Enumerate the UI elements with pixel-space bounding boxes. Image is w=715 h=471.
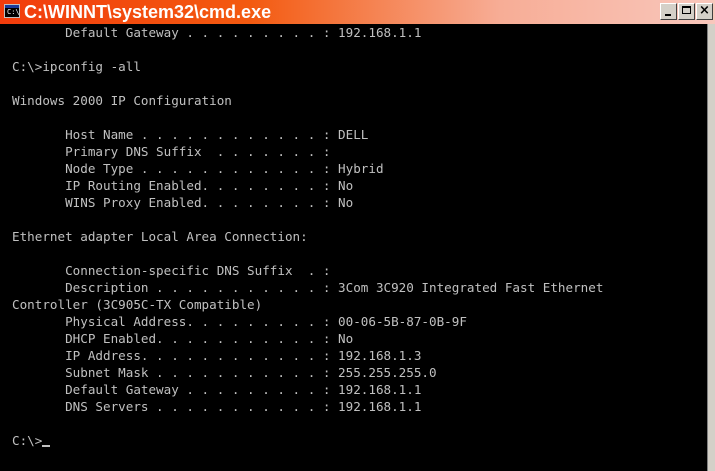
window-title: C:\WINNT\system32\cmd.exe [24,2,272,22]
console-line: Node Type . . . . . . . . . . . . : Hybr… [12,161,384,176]
maximize-button[interactable] [678,3,695,20]
console-icon-glyph: C:\ [7,8,20,16]
minimize-button[interactable] [660,3,677,20]
prompt-text: C:\> [12,433,43,448]
prompt-line[interactable]: C:\> [12,432,51,449]
console-line: Primary DNS Suffix . . . . . . . : [12,144,331,159]
console-line: Windows 2000 IP Configuration [12,93,232,108]
close-icon: × [699,3,710,18]
console-output[interactable]: Default Gateway . . . . . . . . . : 192.… [0,24,707,471]
console-line: DNS Servers . . . . . . . . . . . : 192.… [12,399,422,414]
console-line: Physical Address. . . . . . . . . : 00-0… [12,314,467,329]
console-line: DHCP Enabled. . . . . . . . . . . : No [12,331,354,346]
console-line: IP Address. . . . . . . . . . . . : 192.… [12,348,422,363]
console-line: Default Gateway . . . . . . . . . : 192.… [12,382,422,397]
console-line: Default Gateway . . . . . . . . . : 192.… [12,25,422,40]
console-line: Controller (3C905C-TX Compatible) [12,297,263,312]
console-line: Subnet Mask . . . . . . . . . . . : 255.… [12,365,437,380]
console-line: Host Name . . . . . . . . . . . . : DELL [12,127,369,142]
console-line: C:\>ipconfig -all [12,59,141,74]
console-line: Description . . . . . . . . . . . : 3Com… [12,280,604,295]
console-line: Ethernet adapter Local Area Connection: [12,229,308,244]
console-line: WINS Proxy Enabled. . . . . . . . : No [12,195,354,210]
cmd-window: C:\ C:\WINNT\system32\cmd.exe × Default … [0,0,715,471]
maximize-icon [682,6,691,14]
vertical-scrollbar[interactable] [707,24,715,471]
close-button[interactable]: × [696,3,713,20]
minimize-icon [665,14,671,16]
console-line: Connection-specific DNS Suffix . : [12,263,331,278]
text-cursor [42,445,51,447]
console-line: IP Routing Enabled. . . . . . . . : No [12,178,354,193]
title-bar[interactable]: C:\ C:\WINNT\system32\cmd.exe × [0,0,715,24]
window-controls: × [660,3,713,21]
console-icon[interactable]: C:\ [4,4,20,18]
